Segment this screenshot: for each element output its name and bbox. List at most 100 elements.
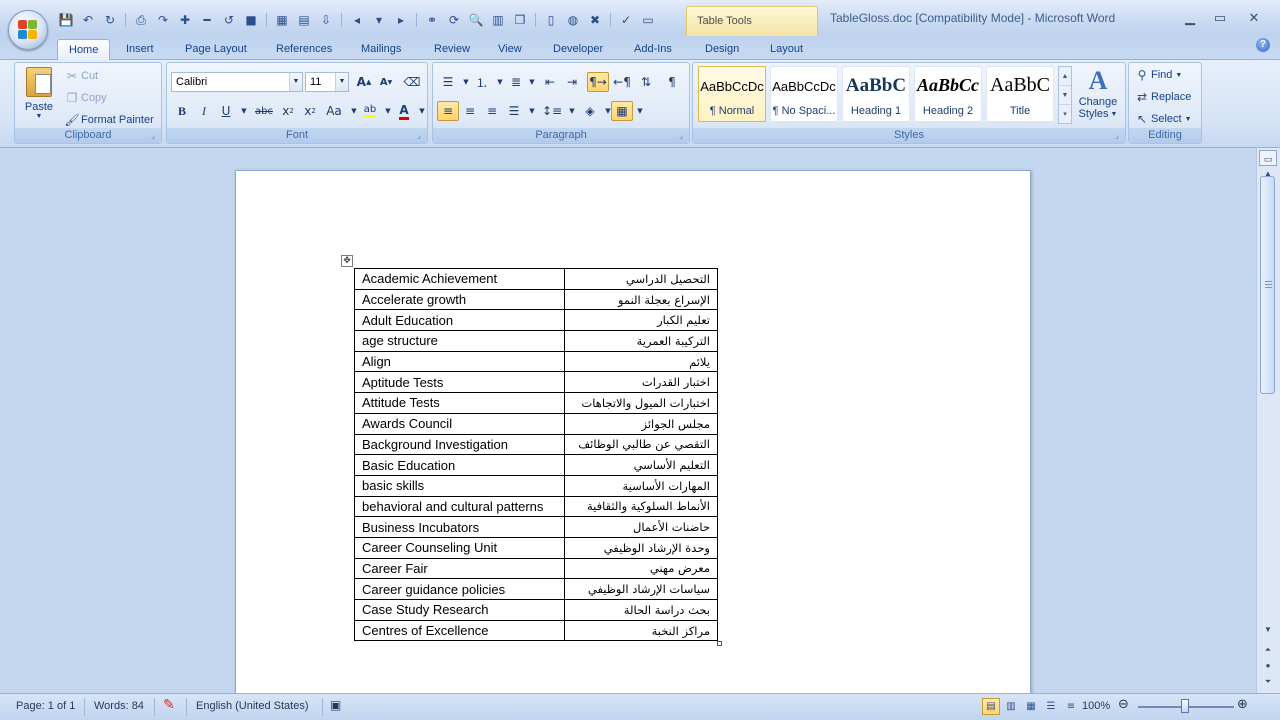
decrease-indent-icon[interactable]: ⇤	[539, 72, 561, 92]
change-case-icon[interactable]: Aa	[323, 101, 345, 121]
english-term-cell[interactable]: Align	[354, 350, 565, 373]
bold-icon[interactable]: B	[171, 101, 193, 121]
scroll-up-icon[interactable]: ▲	[1059, 67, 1071, 86]
english-term-cell[interactable]: Accelerate growth	[354, 288, 565, 311]
table-row[interactable]: Career Fair معرض مهني	[354, 557, 718, 580]
english-term-cell[interactable]: Awards Council	[354, 412, 565, 435]
table-row[interactable]: Career guidance policies سياسات الإرشاد ا…	[354, 578, 718, 600]
select-button[interactable]: ↖ Select ▼	[1133, 110, 1192, 128]
superscript-icon[interactable]: x2	[299, 101, 321, 121]
align-center-icon[interactable]: ≡	[459, 101, 481, 121]
font-name-combo[interactable]: Calibri ▼	[171, 72, 303, 92]
chevron-down-icon[interactable]: ▼	[521, 101, 543, 121]
tab-design[interactable]: Design	[701, 39, 743, 60]
sort-icon[interactable]: ⇩	[316, 11, 336, 29]
tab-home[interactable]: Home	[57, 39, 111, 60]
sort-icon[interactable]: ⇅	[635, 72, 657, 92]
table-row[interactable]: Adult Education تعليم الكبار	[354, 309, 718, 332]
find-button[interactable]: ⚲ Find ▼	[1133, 66, 1183, 84]
document-map-icon[interactable]: ▥	[488, 11, 508, 29]
english-term-cell[interactable]: Adult Education	[354, 309, 565, 332]
table-row[interactable]: basic skills المهارات الأساسية	[354, 474, 718, 497]
print-preview-icon[interactable]: ⎙	[131, 11, 151, 29]
undo-icon[interactable]: ↶	[78, 11, 98, 29]
table-row[interactable]: age structure التركيبة العمرية	[354, 330, 718, 352]
draft-icon[interactable]: ≡	[1062, 698, 1080, 715]
english-term-cell[interactable]: Career Counseling Unit	[354, 536, 565, 559]
dialog-launcher-icon[interactable]: ⌟	[148, 131, 158, 141]
vertical-scrollbar[interactable]: ▭ ▲ ▼ ⏶ ● ⏷	[1256, 148, 1280, 693]
style-heading-1[interactable]: AaBbC Heading 1	[842, 66, 910, 122]
tab-page-layout[interactable]: Page Layout	[181, 39, 251, 60]
table-row[interactable]: Career Counseling Unit وحدة الإرشاد الوظي…	[354, 536, 718, 559]
zoom-level[interactable]: 100%	[1082, 700, 1110, 712]
english-term-cell[interactable]: Career guidance policies	[354, 578, 565, 600]
arabic-term-cell[interactable]: سياسات الإرشاد الوظيفي	[564, 578, 718, 600]
rtl-direction-icon[interactable]: ←¶	[611, 72, 633, 92]
arabic-term-cell[interactable]: يلائم	[564, 350, 718, 373]
insert-row-icon[interactable]: ✚	[175, 11, 195, 29]
zoom-out-icon[interactable]: ⊖	[1118, 697, 1129, 712]
table-row[interactable]: Align يلائم	[354, 350, 718, 373]
english-term-cell[interactable]: Case Study Research	[354, 599, 565, 621]
font-size-combo[interactable]: 11 ▼	[305, 72, 349, 92]
style-heading-2[interactable]: AaBbCc Heading 2	[914, 66, 982, 122]
close-button[interactable]: ✕	[1240, 8, 1268, 28]
increase-indent-icon[interactable]: ⇥	[561, 72, 583, 92]
tab-layout[interactable]: Layout	[766, 39, 807, 60]
page-count[interactable]: Page: 1 of 1	[16, 700, 75, 712]
scroll-down-icon[interactable]: ▼	[1059, 86, 1071, 105]
tab-references[interactable]: References	[272, 39, 336, 60]
move-down-icon[interactable]: ▾	[369, 11, 389, 29]
table-row[interactable]: Attitude Tests اختبارات الميول والاتجاهات	[354, 392, 718, 414]
arabic-term-cell[interactable]: تعليم الكبار	[564, 309, 718, 332]
tab-developer[interactable]: Developer	[549, 39, 607, 60]
document-page[interactable]: ✥ Academic Achievement التحصيل الدراسي Acc…	[235, 170, 1031, 693]
copy-button[interactable]: ❐ Copy	[63, 89, 107, 107]
dialog-launcher-icon[interactable]: ⌟	[414, 131, 424, 141]
redo-icon[interactable]: ↻	[100, 11, 120, 29]
grid-icon[interactable]: ▤	[294, 11, 314, 29]
web-layout-icon[interactable]: ▦	[1022, 698, 1040, 715]
ruler-toggle-icon[interactable]: ▭	[1259, 150, 1277, 166]
table-row[interactable]: Business Incubators حاضنات الأعمال	[354, 516, 718, 538]
english-term-cell[interactable]: Attitude Tests	[354, 392, 565, 414]
chevron-down-icon[interactable]: ▼	[289, 73, 302, 91]
arabic-term-cell[interactable]: اختبار القدرات	[564, 371, 718, 394]
more-styles-icon[interactable]: ▾	[1059, 105, 1071, 124]
chevron-down-icon[interactable]: ▼	[411, 101, 433, 121]
table-row[interactable]: Awards Council مجلس الجوائز	[354, 412, 718, 435]
style-title[interactable]: AaBbC Title	[986, 66, 1054, 122]
tab-insert[interactable]: Insert	[122, 39, 158, 60]
office-button[interactable]	[8, 10, 48, 50]
paste-button[interactable]: Paste ▼	[19, 65, 59, 127]
arabic-term-cell[interactable]: حاضنات الأعمال	[564, 516, 718, 538]
english-term-cell[interactable]: Centres of Excellence	[354, 619, 565, 642]
arabic-term-cell[interactable]: مجلس الجوائز	[564, 412, 718, 435]
table-row[interactable]: Aptitude Tests اختبار القدرات	[354, 371, 718, 394]
grow-font-icon[interactable]: A ▲	[353, 72, 375, 92]
shrink-font-icon[interactable]: A ▼	[375, 72, 397, 92]
full-screen-reading-icon[interactable]: ▥	[1002, 698, 1020, 715]
next-icon[interactable]: ▸	[391, 11, 411, 29]
format-painter-button[interactable]: 🖌 Format Painter	[63, 111, 153, 129]
style-normal[interactable]: AaBbCcDc ¶ Normal	[698, 66, 766, 122]
table-move-handle-icon[interactable]: ✥	[341, 255, 353, 267]
tab-mailings[interactable]: Mailings	[357, 39, 405, 60]
arabic-term-cell[interactable]: الإسراع بعجلة النمو	[564, 288, 718, 311]
table-row[interactable]: Basic Education التعليم الأساسي	[354, 454, 718, 476]
english-term-cell[interactable]: Basic Education	[354, 454, 565, 476]
strikethrough-icon[interactable]: abc	[253, 101, 275, 121]
scroll-down-icon[interactable]: ▼	[1259, 622, 1277, 638]
arabic-term-cell[interactable]: وحدة الإرشاد الوظيفي	[564, 536, 718, 559]
language[interactable]: English (United States)	[196, 700, 309, 712]
chevron-down-icon[interactable]: ▼	[629, 101, 651, 121]
arabic-term-cell[interactable]: التقصي عن طالبي الوظائف	[564, 433, 718, 456]
zoom-in-icon[interactable]: ⊕	[1237, 697, 1248, 712]
word-count[interactable]: Words: 84	[94, 700, 144, 712]
english-term-cell[interactable]: basic skills	[354, 474, 565, 497]
table-row[interactable]: Case Study Research بحث دراسة الحالة	[354, 599, 718, 621]
save-icon[interactable]: 💾	[56, 11, 76, 29]
ltr-direction-icon[interactable]: ¶→	[587, 72, 609, 92]
windows-icon[interactable]: ❐	[510, 11, 530, 29]
